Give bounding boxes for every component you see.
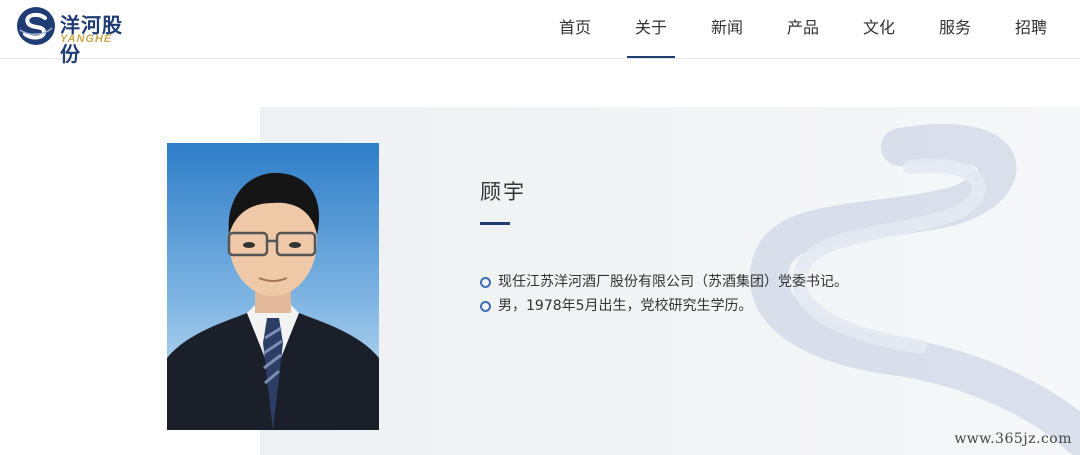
bio-item-text: 现任江苏洋河酒厂股份有限公司（苏酒集团）党委书记。: [498, 274, 848, 290]
site-header: 洋河股份 YANGHE 首页 关于 新闻 产品 文化 服务 招聘: [0, 0, 1080, 66]
yanghe-logo[interactable]: 洋河股份 YANGHE: [16, 6, 136, 66]
brand-name-en: YANGHE: [60, 33, 113, 45]
nav-item-culture[interactable]: 文化: [863, 14, 895, 58]
bio-item: 男，1978年5月出生，党校研究生学历。: [480, 294, 848, 318]
site-watermark: www.365jz.com: [954, 431, 1072, 447]
bio-list: 现任江苏洋河酒厂股份有限公司（苏酒集团）党委书记。 男，1978年5月出生，党校…: [480, 270, 848, 318]
nav-item-news[interactable]: 新闻: [711, 14, 743, 58]
portrait-photo: [167, 143, 379, 430]
nav-item-service[interactable]: 服务: [939, 14, 971, 58]
bullet-icon: [480, 277, 491, 288]
person-name: 顾宇: [480, 180, 526, 204]
name-underline: [480, 222, 510, 225]
yanghe-logo-icon: [17, 7, 55, 45]
bio-item-text: 男，1978年5月出生，党校研究生学历。: [498, 298, 753, 314]
nav-item-about[interactable]: 关于: [626, 14, 676, 58]
nav-item-careers[interactable]: 招聘: [1015, 14, 1047, 58]
portrait-illustration: [167, 143, 379, 430]
bio-item: 现任江苏洋河酒厂股份有限公司（苏酒集团）党委书记。: [480, 270, 848, 294]
nav-item-home[interactable]: 首页: [559, 14, 591, 58]
nav-item-products[interactable]: 产品: [787, 14, 819, 58]
bullet-icon: [480, 301, 491, 312]
